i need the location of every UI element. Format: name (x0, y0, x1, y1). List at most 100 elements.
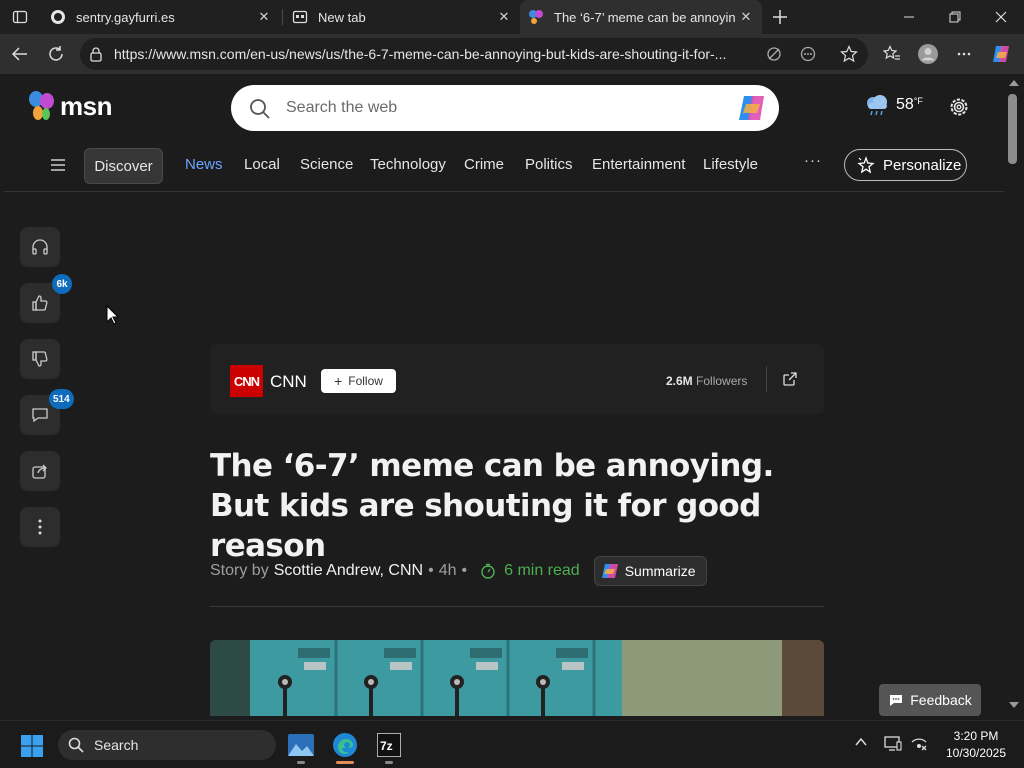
site-info-icon[interactable] (88, 46, 104, 62)
taskbar-app-edge[interactable] (329, 729, 361, 761)
card-divider (766, 366, 767, 392)
msn-logo[interactable]: msn (26, 90, 112, 122)
listen-button[interactable] (20, 227, 60, 267)
windows-taskbar: Search 7z 3:20 PM 10/30/2025 (0, 720, 1024, 768)
reader-icon[interactable] (799, 45, 817, 63)
minimize-icon (904, 16, 914, 18)
share-button[interactable] (20, 451, 60, 491)
comment-icon (32, 408, 48, 423)
tab-sentry[interactable]: sentry.gayfurri.es ✕ (42, 0, 280, 34)
clock-time: 3:20 PM (953, 729, 999, 743)
dislike-button[interactable] (20, 339, 60, 379)
page-settings-button[interactable] (948, 96, 970, 123)
landscape-app-icon (288, 734, 314, 756)
url-bar[interactable]: https://www.msn.com/en-us/news/us/the-6-… (80, 38, 868, 70)
temperature-value: 58 (896, 96, 914, 113)
copilot-icon[interactable] (737, 93, 769, 123)
author-link[interactable]: Scottie Andrew, CNN (274, 562, 423, 580)
scroll-thumb[interactable] (1008, 94, 1017, 164)
tab-actions-button[interactable] (6, 4, 34, 30)
close-window-button[interactable] (978, 0, 1024, 34)
taskbar-app-7zip[interactable]: 7z (373, 729, 405, 761)
scroll-down-arrow-icon[interactable] (1009, 702, 1019, 708)
tab-msn-article[interactable]: The ‘6-7’ meme can be annoying. ✕ (520, 0, 762, 34)
close-tab-icon[interactable]: ✕ (254, 7, 274, 27)
follow-button[interactable]: + Follow (321, 369, 396, 393)
nav-politics[interactable]: Politics (525, 156, 573, 173)
read-time: 6 min read (480, 562, 580, 580)
personalize-button[interactable]: Personalize (844, 149, 967, 181)
tab-title: New tab (318, 9, 366, 25)
running-indicator (385, 761, 393, 764)
search-icon (68, 737, 84, 753)
nav-entertainment[interactable]: Entertainment (592, 156, 685, 173)
restore-button[interactable] (932, 0, 978, 34)
web-search-input[interactable]: Search the web (231, 85, 779, 131)
mouse-cursor-icon (106, 305, 120, 325)
favorites-button[interactable] (878, 40, 906, 68)
feedback-icon (890, 695, 903, 706)
nav-news[interactable]: News (185, 156, 223, 173)
network-offline-icon[interactable] (910, 734, 928, 752)
page-scrollbar[interactable] (1004, 74, 1024, 716)
temperature-unit: °F (913, 96, 923, 106)
followers-label: Followers (696, 374, 748, 388)
taskbar-app-weather[interactable] (285, 729, 317, 761)
back-button[interactable] (6, 40, 34, 68)
sparkle-star-icon (857, 156, 875, 174)
taskbar-search-box[interactable]: Search (58, 730, 276, 760)
weather-widget[interactable]: 58°F (864, 94, 923, 116)
tracking-prevention-icon[interactable] (765, 45, 783, 63)
page-viewport: msn Search the web 58°F Discover News Lo… (4, 74, 1004, 716)
new-tab-button[interactable] (768, 5, 792, 29)
favorites-list-icon (883, 45, 900, 60)
refresh-button[interactable] (42, 40, 70, 68)
nav-science[interactable]: Science (300, 156, 353, 173)
nav-more-button[interactable]: ··· (804, 152, 822, 169)
nav-local[interactable]: Local (244, 156, 280, 173)
display-icon[interactable] (884, 734, 902, 752)
copilot-button[interactable] (988, 40, 1016, 68)
scroll-up-arrow-icon[interactable] (1009, 80, 1019, 86)
feedback-label: Feedback (910, 692, 972, 708)
menu-icon[interactable] (50, 158, 66, 172)
open-external-icon[interactable] (782, 371, 798, 387)
plus-icon (773, 10, 787, 24)
more-options-button[interactable] (20, 507, 60, 547)
share-icon (32, 464, 47, 479)
newtab-page-icon (292, 9, 308, 25)
windows-start-icon[interactable] (20, 734, 44, 758)
system-clock[interactable]: 3:20 PM 10/30/2025 (942, 728, 1010, 762)
nav-crime[interactable]: Crime (464, 156, 504, 173)
close-tab-icon[interactable]: ✕ (494, 7, 514, 27)
tab-title: The ‘6-7’ meme can be annoying. (554, 9, 736, 25)
restore-icon (949, 11, 961, 23)
address-toolbar: https://www.msn.com/en-us/news/us/the-6-… (0, 34, 1024, 74)
cnn-logo[interactable]: CNN (230, 365, 263, 397)
thumbs-up-icon (32, 295, 48, 311)
article-hero-image (210, 640, 824, 716)
msn-butterfly-icon (29, 91, 54, 120)
chevron-up-icon[interactable] (854, 735, 868, 749)
7zip-icon: 7z (377, 733, 401, 757)
separator-dot: • (461, 562, 468, 579)
likes-count-badge: 6k (52, 274, 72, 294)
tab-strip: sentry.gayfurri.es ✕ New tab ✕ The ‘6-7’… (0, 0, 1024, 34)
minimize-button[interactable] (886, 0, 932, 34)
discover-button[interactable]: Discover (84, 148, 163, 184)
profile-button[interactable] (914, 40, 942, 68)
taskbar-search-label: Search (94, 737, 139, 753)
settings-and-more-button[interactable] (950, 40, 978, 68)
read-time-label: 6 min read (504, 562, 580, 579)
nav-technology[interactable]: Technology (370, 156, 446, 173)
nav-lifestyle[interactable]: Lifestyle (703, 156, 758, 173)
thumbs-down-icon (32, 351, 48, 367)
feedback-button[interactable]: Feedback (879, 684, 981, 716)
summarize-button[interactable]: Summarize (593, 556, 707, 586)
tab-new-tab[interactable]: New tab ✕ (284, 0, 520, 34)
url-text[interactable]: https://www.msn.com/en-us/news/us/the-6-… (114, 46, 794, 62)
source-name[interactable]: CNN (270, 372, 307, 392)
close-tab-icon[interactable]: ✕ (736, 7, 756, 27)
copilot-icon (993, 46, 1009, 62)
favorite-star-icon[interactable] (840, 45, 858, 63)
